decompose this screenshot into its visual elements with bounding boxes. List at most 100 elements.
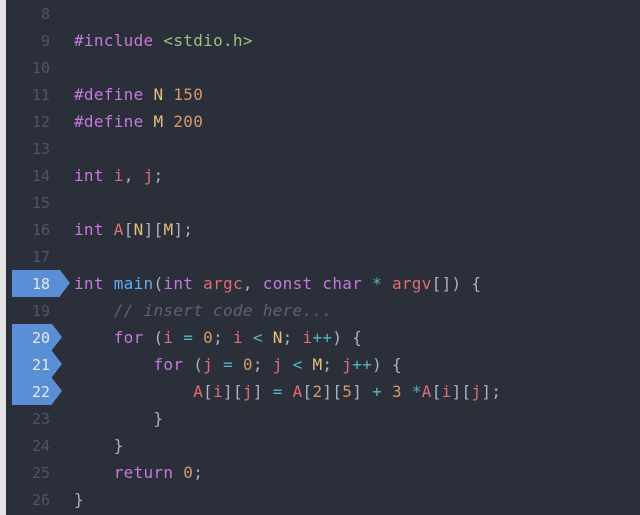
line-number[interactable]: 22: [6, 383, 60, 401]
code-line[interactable]: 24 }: [6, 432, 640, 459]
line-number[interactable]: 10: [6, 59, 60, 77]
code-content[interactable]: A[i][j] = A[2][5] + 3 *A[i][j];: [60, 382, 501, 401]
code-token: M: [312, 355, 322, 374]
line-number[interactable]: 8: [6, 5, 60, 23]
code-line[interactable]: 21 for (j = 0; j < M; j++) {: [6, 351, 640, 378]
code-token: [283, 355, 293, 374]
code-content[interactable]: #define N 150: [60, 85, 203, 104]
code-token: [362, 274, 372, 293]
code-content[interactable]: int i, j;: [60, 166, 163, 185]
code-editor[interactable]: 89#include <stdio.h>1011#define N 15012#…: [6, 0, 640, 515]
code-token: argv: [392, 274, 432, 293]
code-line[interactable]: 20 for (i = 0; i < N; i++) {: [6, 324, 640, 351]
line-number[interactable]: 11: [6, 86, 60, 104]
code-token: int: [74, 166, 104, 185]
code-token: ;: [193, 463, 203, 482]
code-token: [163, 85, 173, 104]
code-token: [263, 328, 273, 347]
code-token: ][: [144, 220, 164, 239]
code-token: }: [74, 490, 84, 509]
line-number[interactable]: 21: [6, 356, 60, 374]
code-token: [74, 328, 114, 347]
code-content[interactable]: for (j = 0; j < M; j++) {: [60, 355, 402, 374]
line-number[interactable]: 26: [6, 491, 60, 509]
code-token: return: [114, 463, 174, 482]
code-token: =: [183, 328, 193, 347]
code-content[interactable]: return 0;: [60, 463, 203, 482]
code-token: (: [153, 274, 163, 293]
code-token: [74, 355, 153, 374]
code-token: (: [153, 328, 163, 347]
code-token: int: [163, 274, 193, 293]
code-token: [173, 463, 183, 482]
line-number[interactable]: 24: [6, 437, 60, 455]
line-number[interactable]: 20: [6, 329, 60, 347]
code-token: [193, 328, 203, 347]
code-line[interactable]: 19 // insert code here...: [6, 297, 640, 324]
code-token: j: [273, 355, 283, 374]
code-content[interactable]: // insert code here...: [60, 301, 332, 320]
code-token: <stdio.h>: [163, 31, 252, 50]
code-token: [74, 463, 114, 482]
code-content[interactable]: }: [60, 436, 124, 455]
code-token: i: [114, 166, 124, 185]
code-line[interactable]: 25 return 0;: [6, 459, 640, 486]
code-line[interactable]: 23 }: [6, 405, 640, 432]
line-number[interactable]: 16: [6, 221, 60, 239]
code-content[interactable]: int main(int argc, const char * argv[]) …: [60, 274, 481, 293]
code-line[interactable]: 15: [6, 189, 640, 216]
code-token: j: [243, 382, 253, 401]
code-line[interactable]: 22 A[i][j] = A[2][5] + 3 *A[i][j];: [6, 378, 640, 405]
line-number[interactable]: 19: [6, 302, 60, 320]
code-line[interactable]: 18int main(int argc, const char * argv[]…: [6, 270, 640, 297]
code-token: ]: [352, 382, 372, 401]
line-number[interactable]: 12: [6, 113, 60, 131]
code-line[interactable]: 11#define N 150: [6, 81, 640, 108]
code-token: [74, 436, 114, 455]
line-number[interactable]: 9: [6, 32, 60, 50]
code-token: 150: [173, 85, 203, 104]
code-content[interactable]: }: [60, 409, 163, 428]
code-token: [283, 382, 293, 401]
code-content[interactable]: for (i = 0; i < N; i++) {: [60, 328, 362, 347]
line-number[interactable]: 15: [6, 194, 60, 212]
code-token: *: [372, 274, 382, 293]
code-token: ][: [452, 382, 472, 401]
code-token: 0: [183, 463, 193, 482]
code-line[interactable]: 26}: [6, 486, 640, 513]
line-number[interactable]: 23: [6, 410, 60, 428]
code-token: [382, 274, 392, 293]
code-token: [183, 355, 193, 374]
code-line[interactable]: 8: [6, 0, 640, 27]
code-token: j: [203, 355, 213, 374]
code-token: []) {: [432, 274, 482, 293]
line-number[interactable]: 25: [6, 464, 60, 482]
line-number[interactable]: 14: [6, 167, 60, 185]
code-token: M: [153, 112, 163, 131]
line-number[interactable]: 18: [6, 275, 60, 293]
code-token: ;: [283, 328, 303, 347]
code-token: A: [114, 220, 124, 239]
code-line[interactable]: 9#include <stdio.h>: [6, 27, 640, 54]
code-content[interactable]: #include <stdio.h>: [60, 31, 253, 50]
code-line[interactable]: 16int A[N][M];: [6, 216, 640, 243]
code-token: ];: [173, 220, 193, 239]
code-token: #define: [74, 85, 153, 104]
code-line[interactable]: 13: [6, 135, 640, 162]
code-line[interactable]: 12#define M 200: [6, 108, 640, 135]
code-content[interactable]: int A[N][M];: [60, 220, 193, 239]
code-token: int: [74, 220, 104, 239]
line-number[interactable]: 17: [6, 248, 60, 266]
code-content[interactable]: }: [60, 490, 84, 509]
code-token: [: [203, 382, 213, 401]
code-line[interactable]: 14int i, j;: [6, 162, 640, 189]
code-token: i: [303, 328, 313, 347]
code-line[interactable]: 17: [6, 243, 640, 270]
code-line[interactable]: 10: [6, 54, 640, 81]
code-token: [74, 409, 153, 428]
code-token: [74, 301, 114, 320]
code-token: N: [153, 85, 163, 104]
line-number[interactable]: 13: [6, 140, 60, 158]
code-content[interactable]: #define M 200: [60, 112, 203, 131]
code-token: 0: [203, 328, 213, 347]
